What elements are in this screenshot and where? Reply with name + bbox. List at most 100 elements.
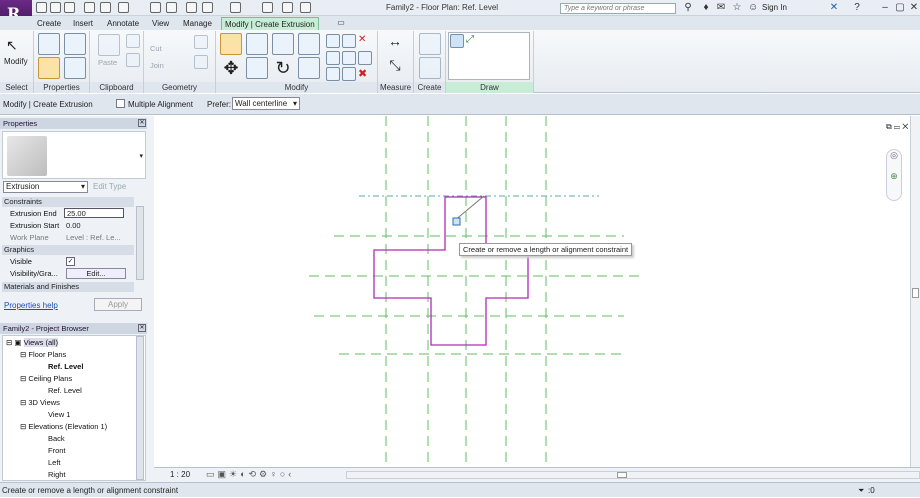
family-types-icon[interactable] (64, 33, 86, 55)
horizontal-scroll-thumb[interactable] (617, 472, 627, 478)
type-properties-icon[interactable] (38, 57, 60, 79)
vertical-scrollbar[interactable] (910, 116, 920, 467)
rotate-icon[interactable]: ↻ (272, 57, 294, 79)
tree-item-left[interactable]: Left (48, 458, 61, 467)
multiple-alignment-checkbox[interactable] (116, 99, 125, 108)
join-label[interactable]: Join (150, 61, 164, 70)
maximize-icon[interactable]: ▢ (895, 3, 905, 13)
prefer-select[interactable]: Wall centerline ▾ (232, 97, 300, 110)
favorites-icon[interactable]: ☆ (732, 3, 742, 13)
tab-create[interactable]: Create (34, 17, 64, 30)
tree-item-ceiling-plans[interactable]: ⊟ Ceiling Plans (20, 374, 72, 383)
measure-icon[interactable] (150, 2, 161, 13)
tree-item-view-1[interactable]: View 1 (48, 410, 70, 419)
type-selector[interactable]: ▾ (2, 131, 146, 179)
tree-item-elevations[interactable]: ⊟ Elevations (Elevation 1) (20, 422, 107, 431)
print-icon[interactable] (118, 2, 129, 13)
scale-icon[interactable] (342, 51, 356, 65)
help-icon[interactable]: ? (852, 3, 862, 13)
pick-lines-icon[interactable]: ⤢ (466, 34, 480, 48)
drawing-canvas[interactable]: ⧉ ▭ ✕ ◎ ⊕ (154, 116, 920, 467)
delete-icon[interactable]: ✖ (358, 67, 372, 81)
create-similar-icon[interactable] (419, 33, 441, 55)
dimension-icon[interactable] (166, 2, 177, 13)
family-category-icon[interactable] (64, 57, 86, 79)
materials-section[interactable]: Materials and Finishes (2, 282, 134, 292)
tree-item-3d-views[interactable]: ⊟ 3D Views (20, 398, 60, 407)
pin-icon[interactable] (358, 51, 372, 65)
tree-item-floor-plans[interactable]: ⊟ Floor Plans (20, 350, 66, 359)
minimize-icon[interactable]: – (880, 3, 890, 13)
section-icon[interactable] (262, 2, 273, 13)
visibility-edit-button[interactable]: Edit... (66, 268, 126, 279)
tree-item-ceiling-ref-level[interactable]: Ref. Level (48, 386, 82, 395)
paste-icon[interactable] (98, 34, 120, 56)
scale-button[interactable]: 1 : 20 (170, 470, 190, 479)
user-icon[interactable]: ☺ (748, 3, 758, 13)
cut-label[interactable]: Cut (150, 44, 162, 53)
graphics-section[interactable]: Graphics (2, 245, 134, 255)
tab-insert[interactable]: Insert (70, 17, 96, 30)
binoculars-icon[interactable]: ⚲ (683, 3, 693, 13)
modify-button[interactable]: Modify (4, 57, 28, 66)
extrusion-start-value[interactable]: 0.00 (66, 221, 81, 230)
exchange-apps-icon[interactable]: ✕ (829, 3, 839, 13)
move-icon[interactable]: ✥ (220, 57, 242, 79)
void-icon[interactable] (194, 55, 208, 69)
steering-wheel-icon[interactable]: ◎ (887, 150, 901, 161)
tree-item-views-all[interactable]: ⊟ ▣ Views (all) (6, 338, 59, 347)
split-icon[interactable] (326, 34, 340, 48)
unpin-icon[interactable]: ✕ (358, 34, 372, 48)
open-icon[interactable] (36, 2, 47, 13)
tag-icon[interactable] (186, 2, 197, 13)
close-windows-icon[interactable] (300, 2, 311, 13)
save-icon[interactable] (50, 2, 61, 13)
copy-icon[interactable] (126, 53, 140, 67)
subscription-icon[interactable]: ♦ (701, 3, 711, 13)
offset-icon[interactable] (246, 33, 268, 55)
navigation-bar[interactable]: ◎ ⊕ (886, 149, 902, 201)
view-window-controls[interactable]: ⧉ ▭ ✕ (886, 122, 908, 132)
redo-icon[interactable] (100, 2, 111, 13)
properties-help-link[interactable]: Properties help (4, 301, 58, 310)
mirror-draw-icon[interactable] (298, 33, 320, 55)
sign-in-button[interactable]: Sign In (762, 3, 787, 12)
undo-icon[interactable] (84, 2, 95, 13)
line-icon[interactable] (450, 34, 464, 48)
tree-item-right[interactable]: Right (48, 470, 66, 479)
instance-filter-select[interactable]: Extrusion ▾ (3, 181, 88, 193)
tab-annotate[interactable]: Annotate (104, 17, 142, 30)
splice-icon[interactable] (194, 35, 208, 49)
tab-manage[interactable]: Manage (180, 17, 215, 30)
visible-checkbox[interactable]: ✓ (66, 257, 75, 266)
create-group-icon[interactable] (419, 57, 441, 79)
zoom-icon[interactable]: ⊕ (887, 171, 901, 182)
close-icon[interactable]: ✕ (909, 3, 919, 13)
sync-icon[interactable] (64, 2, 75, 13)
default-3d-icon[interactable] (230, 2, 241, 13)
close-icon[interactable]: ✕ (138, 119, 146, 127)
trim-icon[interactable] (298, 57, 320, 79)
communication-icon[interactable]: ✉ (716, 3, 726, 13)
filter-icon[interactable]: ⏷ (858, 483, 864, 498)
text-icon[interactable] (202, 2, 213, 13)
trim-multiple-icon[interactable] (342, 67, 356, 81)
extrusion-end-input[interactable]: 25.00 (64, 208, 124, 218)
search-input[interactable]: Type a keyword or phrase (560, 3, 676, 14)
tab-modify-create-extrusion[interactable]: Modify | Create Extrusion (221, 17, 319, 30)
horizontal-scrollbar[interactable] (346, 471, 920, 479)
browser-scrollbar[interactable] (136, 336, 144, 480)
vertical-scroll-thumb[interactable] (912, 288, 919, 298)
thin-lines-icon[interactable] (282, 2, 293, 13)
trim-single-icon[interactable] (326, 67, 340, 81)
tree-item-floor-ref-level[interactable]: Ref. Level (48, 362, 83, 371)
tree-item-front[interactable]: Front (48, 446, 66, 455)
properties-icon[interactable] (38, 33, 60, 55)
measure-between-icon[interactable]: ↔ (384, 33, 406, 55)
tab-overflow-icon[interactable]: ▭ (336, 18, 346, 28)
split-gap-icon[interactable] (342, 34, 356, 48)
properties-scrollbar[interactable] (136, 206, 144, 280)
view-controls-icons[interactable]: ▭▣☀◐⟲⚙♀○‹ (206, 469, 294, 480)
aligned-dimension-icon[interactable]: ⤡ (384, 57, 406, 79)
constraints-section[interactable]: Constraints (2, 197, 134, 207)
